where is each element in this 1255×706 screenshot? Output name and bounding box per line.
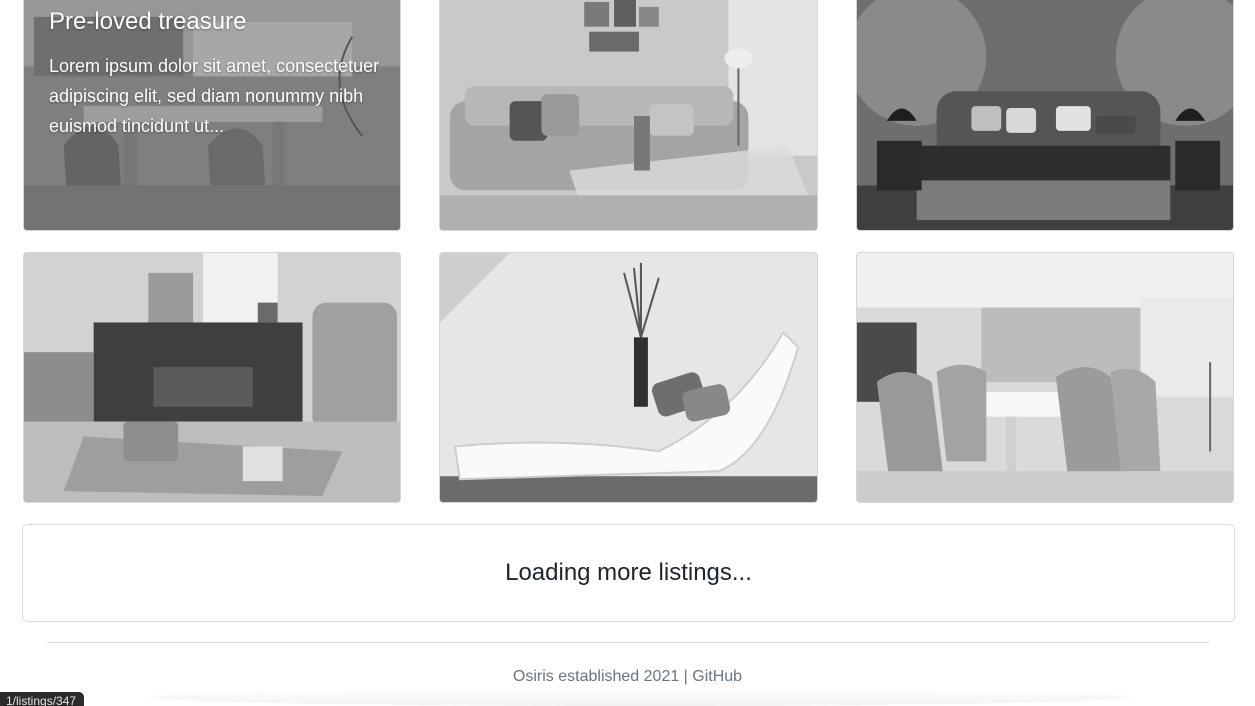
status-bar-url: 1/listings/347 [0, 692, 85, 706]
listing-card[interactable] [439, 252, 818, 503]
footer: Osiris established 2021 | GitHub [0, 668, 1255, 686]
card-caption: Pre-loved treasure Lorem ipsum dolor sit… [49, 7, 382, 141]
footer-divider [47, 642, 1210, 643]
listing-card[interactable]: Pre-loved treasure Lorem ipsum dolor sit… [23, 0, 401, 231]
listing-card[interactable] [439, 0, 818, 231]
dining-table-photo [857, 253, 1233, 502]
listing-card[interactable] [856, 252, 1234, 503]
sideboard-room-photo [24, 253, 400, 502]
chaise-lounge-photo [440, 253, 817, 502]
bedroom-photo [857, 0, 1233, 230]
card-title[interactable]: Pre-loved treasure [49, 7, 382, 37]
card-description: Lorem ipsum dolor sit amet, consectetuer… [49, 56, 380, 136]
listing-card[interactable] [856, 0, 1234, 231]
github-link[interactable]: GitHub [692, 668, 742, 685]
loading-text: Loading more listings... [505, 559, 752, 586]
footer-shadow [150, 688, 1130, 706]
listing-card[interactable] [23, 252, 401, 503]
living-room-sofa-photo [440, 0, 817, 230]
footer-established-text: Osiris established 2021 | [512, 668, 693, 685]
loading-more-panel: Loading more listings... [22, 524, 1235, 622]
